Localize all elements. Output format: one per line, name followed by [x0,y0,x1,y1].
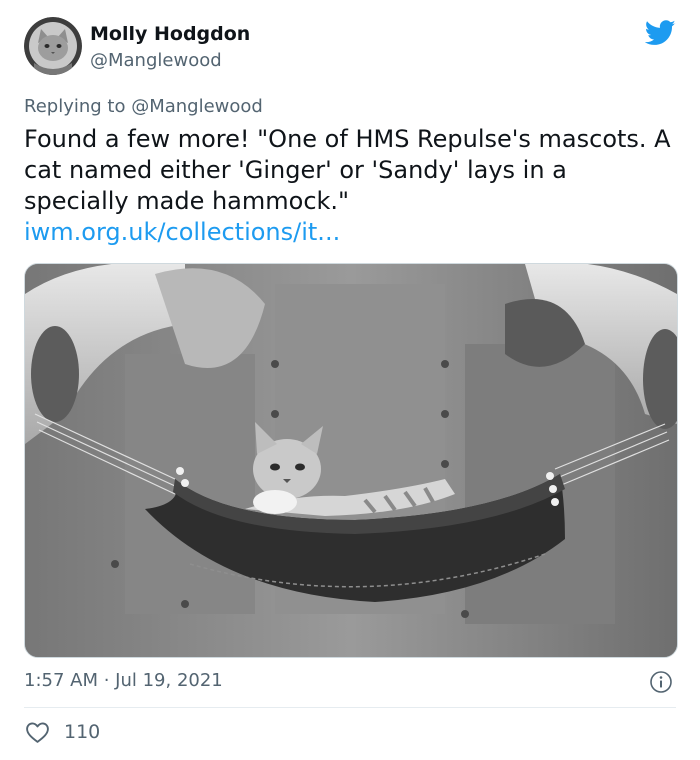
cat-hammock-photo [25,264,677,657]
replying-to-label: Replying to [24,96,132,117]
reply-mention-link[interactable]: @Manglewood [131,96,263,117]
avatar[interactable] [24,17,82,75]
tweet-timestamp[interactable]: 1:57 AM · Jul 19, 2021 [24,670,223,691]
tweet-text: Found a few more! "One of HMS Repulse's … [24,124,674,248]
replying-to-line: Replying to @Manglewood [24,96,263,117]
author-name[interactable]: Molly Hodgdon [90,23,250,45]
avatar-cat-image [24,17,82,75]
heart-icon[interactable] [25,721,50,744]
like-count[interactable]: 110 [64,721,100,743]
tweet-link[interactable]: iwm.org.uk/collections/it... [24,217,340,248]
twitter-bird-icon[interactable] [645,20,676,46]
tweet-photo[interactable] [24,263,678,658]
info-icon[interactable] [649,670,673,694]
author-handle[interactable]: @Manglewood [90,50,222,71]
tweet-body: Found a few more! "One of HMS Repulse's … [24,125,671,215]
divider [24,707,676,708]
